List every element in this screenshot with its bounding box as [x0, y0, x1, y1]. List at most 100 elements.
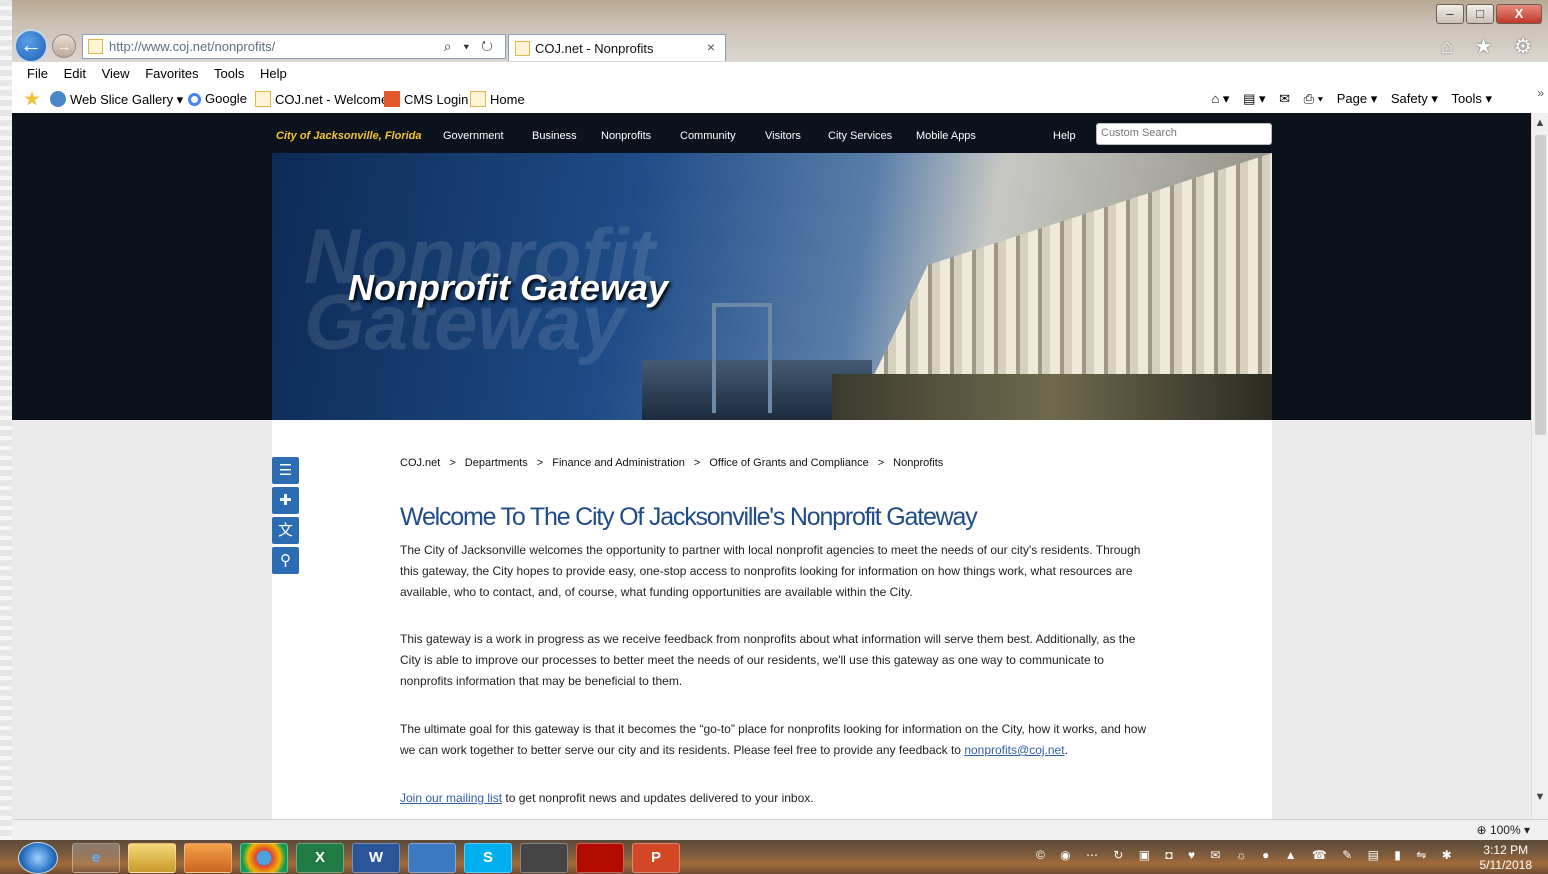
menu-edit[interactable]: Edit — [64, 66, 86, 81]
window-controls: – □ X — [1434, 4, 1542, 24]
taskbar-clock[interactable]: 3:12 PM 5/11/2018 — [1480, 843, 1533, 873]
cmd-tools[interactable]: Tools ▾ — [1452, 91, 1493, 106]
close-button[interactable]: X — [1496, 4, 1542, 24]
page-favicon-icon — [88, 39, 103, 54]
address-url: http://www.coj.net/nonprofits/ — [109, 39, 276, 54]
crumb-nonprofits: Nonprofits — [893, 457, 944, 469]
app-taskbar-icon[interactable] — [408, 843, 456, 873]
crumb-grants[interactable]: Office of Grants and Compliance — [709, 457, 868, 469]
excel-taskbar-icon[interactable]: X — [296, 843, 344, 873]
address-controls[interactable]: ⌕ ▾ ↻ — [444, 38, 497, 55]
print-icon[interactable]: ⎙ ▾ — [1304, 91, 1323, 106]
site-header: City of Jacksonville, Florida Government… — [12, 113, 1531, 420]
web-slice-icon — [50, 91, 66, 107]
minimize-button[interactable]: – — [1436, 4, 1464, 24]
menu-favorites[interactable]: Favorites — [145, 66, 198, 81]
tab-title: COJ.net - Nonprofits — [535, 41, 654, 56]
mailing-list-link[interactable]: Join our mailing list — [400, 791, 502, 805]
side-toolbar: ☰ ✚ 文 ⚲ — [272, 457, 300, 577]
clock-date: 5/11/2018 — [1479, 858, 1533, 872]
zoom-icon: ⊕ — [1476, 823, 1490, 837]
windows-taskbar: e X W S P © ◉ ⋯ ↻ ▣ ◘ ♥ ✉ ☼ ● ▲ ☎ ✎ ▤ ▮ … — [0, 840, 1548, 874]
cmd-page[interactable]: Page ▾ — [1337, 91, 1378, 106]
google-icon — [188, 93, 201, 106]
site-search-input[interactable]: Custom Search — [1096, 123, 1272, 145]
banner-title: Nonprofit Gateway — [348, 267, 669, 308]
site-brand[interactable]: City of Jacksonville, Florida — [276, 130, 422, 142]
home-favorites-settings-icons[interactable]: ⌂ ★ ⚙ — [1441, 34, 1540, 59]
cms-icon — [384, 91, 400, 107]
mailing-list-paragraph: Join our mailing list to get nonprofit n… — [400, 791, 814, 805]
word-taskbar-icon[interactable]: W — [352, 843, 400, 873]
page-icon — [255, 91, 271, 107]
maximize-button[interactable]: □ — [1466, 4, 1494, 24]
tab-close-icon[interactable]: × — [707, 39, 715, 55]
fav-cms-login[interactable]: CMS Login — [384, 91, 468, 107]
favorites-star-icon[interactable] — [24, 91, 44, 107]
menu-view[interactable]: View — [102, 66, 130, 81]
menu-bar: File Edit View Favorites Tools Help — [12, 62, 1548, 86]
scroll-down-icon[interactable]: ▼ — [1532, 791, 1548, 807]
page-viewport: City of Jacksonville, Florida Government… — [12, 113, 1531, 819]
nav-visitors[interactable]: Visitors — [765, 130, 801, 142]
hero-banner: Nonprofit Gateway Nonprofit Gateway — [272, 153, 1272, 420]
acrobat-taskbar-icon[interactable] — [576, 843, 624, 873]
nav-mobile-apps[interactable]: Mobile Apps — [916, 130, 976, 142]
banner-building-base — [832, 374, 1272, 420]
toolbar-overflow-icon[interactable]: » — [1537, 86, 1544, 100]
left-window-edge — [0, 0, 12, 874]
search-icon[interactable]: ⚲ — [272, 547, 299, 574]
clock-time: 3:12 PM — [1483, 843, 1529, 857]
crumb-cojnet[interactable]: COJ.net — [400, 457, 440, 469]
translate-icon[interactable]: 文 — [272, 517, 299, 544]
nav-nonprofits[interactable]: Nonprofits — [601, 130, 651, 142]
nav-business[interactable]: Business — [532, 130, 577, 142]
ie-taskbar-icon[interactable]: e — [72, 843, 120, 873]
outlook-taskbar-icon[interactable] — [184, 843, 232, 873]
mail-icon[interactable]: ✉ — [1279, 91, 1290, 106]
progress-paragraph: This gateway is a work in progress as we… — [400, 632, 1136, 688]
fav-google[interactable]: Google — [188, 91, 247, 106]
forward-button[interactable]: → — [52, 34, 76, 58]
back-button[interactable]: ← — [14, 29, 48, 63]
feedback-email-link[interactable]: nonprofits@coj.net — [964, 743, 1064, 757]
nav-community[interactable]: Community — [680, 130, 736, 142]
feedback-icon[interactable]: ✚ — [272, 487, 299, 514]
scroll-thumb[interactable] — [1535, 135, 1546, 435]
crumb-finance[interactable]: Finance and Administration — [552, 457, 685, 469]
nav-city-services[interactable]: City Services — [828, 130, 892, 142]
command-bar: ⌂ ▾ ▤ ▾ ✉ ⎙ ▾ Page ▾ Safety ▾ Tools ▾ — [1201, 91, 1492, 107]
menu-help[interactable]: Help — [260, 66, 287, 81]
page-scrollbar[interactable]: ▲ ▼ — [1531, 113, 1548, 819]
breadcrumb: COJ.net > Departments > Finance and Administ… — [400, 457, 944, 469]
status-bar: ⊕ 100% ▾ — [12, 819, 1548, 840]
fav-coj-welcome[interactable]: COJ.net - Welcome — [255, 91, 388, 107]
fav-home[interactable]: Home — [470, 91, 525, 107]
cmd-safety[interactable]: Safety ▾ — [1391, 91, 1438, 106]
nav-government[interactable]: Government — [443, 130, 504, 142]
menu-tools[interactable]: Tools — [214, 66, 244, 81]
explorer-taskbar-icon[interactable] — [128, 843, 176, 873]
menu-file[interactable]: File — [27, 66, 48, 81]
goal-paragraph: The ultimate goal for this gateway is th… — [400, 722, 1147, 757]
rss-icon[interactable]: ▤ ▾ — [1243, 91, 1265, 106]
start-button-icon[interactable] — [18, 842, 58, 874]
browser-tab-active[interactable]: COJ.net - Nonprofits × — [508, 34, 726, 61]
crumb-departments[interactable]: Departments — [465, 457, 528, 469]
nav-help[interactable]: Help — [1053, 130, 1076, 142]
page-title: Welcome To The City Of Jacksonville's No… — [400, 503, 978, 531]
banner-bridge — [712, 303, 772, 413]
address-bar[interactable]: http://www.coj.net/nonprofits/ ⌕ ▾ ↻ — [82, 34, 506, 59]
powerpoint-taskbar-icon[interactable]: P — [632, 843, 680, 873]
home-icon[interactable]: ⌂ ▾ — [1211, 91, 1229, 106]
system-tray-icons[interactable]: © ◉ ⋯ ↻ ▣ ◘ ♥ ✉ ☼ ● ▲ ☎ ✎ ▤ ▮ ⇋ ✱ ◀ — [1036, 848, 1456, 866]
intro-paragraph: The City of Jacksonville welcomes the op… — [400, 543, 1141, 599]
menu-list-icon[interactable]: ☰ — [272, 457, 299, 484]
zoom-level[interactable]: ⊕ 100% ▾ — [1477, 823, 1530, 837]
scroll-up-icon[interactable]: ▲ — [1532, 117, 1548, 133]
fav-web-slice-gallery[interactable]: Web Slice Gallery ▾ — [50, 91, 183, 108]
chrome-taskbar-icon[interactable] — [240, 843, 288, 873]
skype-taskbar-icon[interactable]: S — [464, 843, 512, 873]
calculator-taskbar-icon[interactable] — [520, 843, 568, 873]
tab-favicon-icon — [515, 41, 530, 56]
